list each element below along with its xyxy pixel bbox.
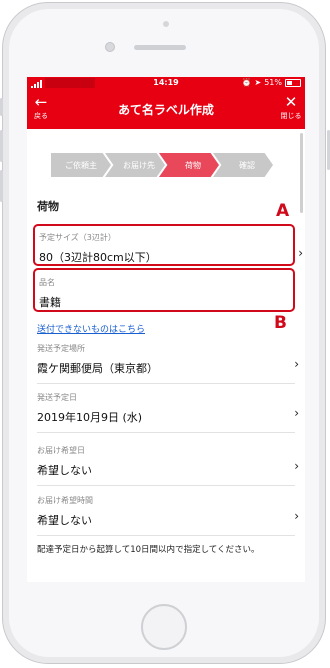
section-title: 荷物 <box>37 200 59 213</box>
delivery-date-value: 希望しない <box>37 464 92 477</box>
alarm-icon: ⏰ <box>241 78 252 87</box>
step-recipient: お届け先 <box>105 153 165 177</box>
step-confirm: 確認 <box>213 153 273 177</box>
send-place-field[interactable]: 発送予定場所 霞ケ関郵便局（東京都） › <box>33 343 303 376</box>
divider <box>37 485 295 486</box>
divider <box>37 432 295 433</box>
close-label: 閉じる <box>280 112 302 120</box>
progress-steps: ご依頼主 お届け先 荷物 確認 <box>51 153 305 177</box>
close-icon: ✕ <box>284 93 298 111</box>
location-arrow-icon: ➤ <box>254 78 262 87</box>
delivery-date-field[interactable]: お届け希望日 希望しない › <box>33 445 303 478</box>
delivery-note: 配達予定日から起算して10日間以内で指定してください。 <box>37 545 260 555</box>
highlight-box-a <box>33 224 295 266</box>
step-package: 荷物 <box>159 153 219 177</box>
annotation-b: B <box>274 313 287 333</box>
send-date-value: 2019年10月9日 (水) <box>37 411 143 424</box>
prohibited-items-link[interactable]: 送付できないものはこちら <box>37 322 145 335</box>
volume-up-button <box>0 130 3 162</box>
chevron-right-icon: › <box>294 459 299 473</box>
app-header: ← 戻る あて名ラベル作成 ✕ 閉じる <box>27 91 305 129</box>
step-sender: ご依頼主 <box>51 153 111 177</box>
battery-percent: 51% <box>264 78 282 87</box>
send-place-value: 霞ケ関郵便局（東京都） <box>37 362 158 375</box>
proximity-sensor <box>163 21 169 27</box>
divider <box>37 535 295 536</box>
scrollbar[interactable] <box>300 133 303 213</box>
volume-down-button <box>0 170 3 202</box>
chevron-right-icon: › <box>298 246 303 260</box>
battery-icon <box>285 78 301 87</box>
delivery-date-label: お届け希望日 <box>37 446 85 455</box>
home-button[interactable] <box>141 604 187 650</box>
status-indicators: ⏰ ➤ 51% <box>242 78 301 87</box>
chevron-right-icon: › <box>294 509 299 523</box>
highlight-box-b <box>33 268 295 312</box>
earpiece-speaker <box>134 45 186 50</box>
send-date-label: 発送予定日 <box>37 393 77 402</box>
status-bar: 14:19 ⏰ ➤ 51% <box>27 77 305 91</box>
chevron-right-icon: › <box>294 357 299 371</box>
delivery-time-value: 希望しない <box>37 514 92 527</box>
page-title: あて名ラベル作成 <box>118 103 214 117</box>
delivery-time-field[interactable]: お届け希望時間 希望しない › <box>33 495 303 528</box>
front-camera <box>105 42 115 52</box>
send-place-label: 発送予定場所 <box>37 344 85 353</box>
mute-switch <box>0 98 3 116</box>
annotation-a: A <box>276 201 290 221</box>
delivery-time-label: お届け希望時間 <box>37 496 93 505</box>
app-screen: 14:19 ⏰ ➤ 51% ← 戻る あて名ラベル作成 ✕ 閉じる ご依頼主 お… <box>27 77 305 582</box>
divider <box>37 383 295 384</box>
close-button[interactable]: ✕ 閉じる <box>278 94 304 121</box>
send-date-field[interactable]: 発送予定日 2019年10月9日 (水) › <box>33 392 303 425</box>
chevron-right-icon: › <box>294 406 299 420</box>
